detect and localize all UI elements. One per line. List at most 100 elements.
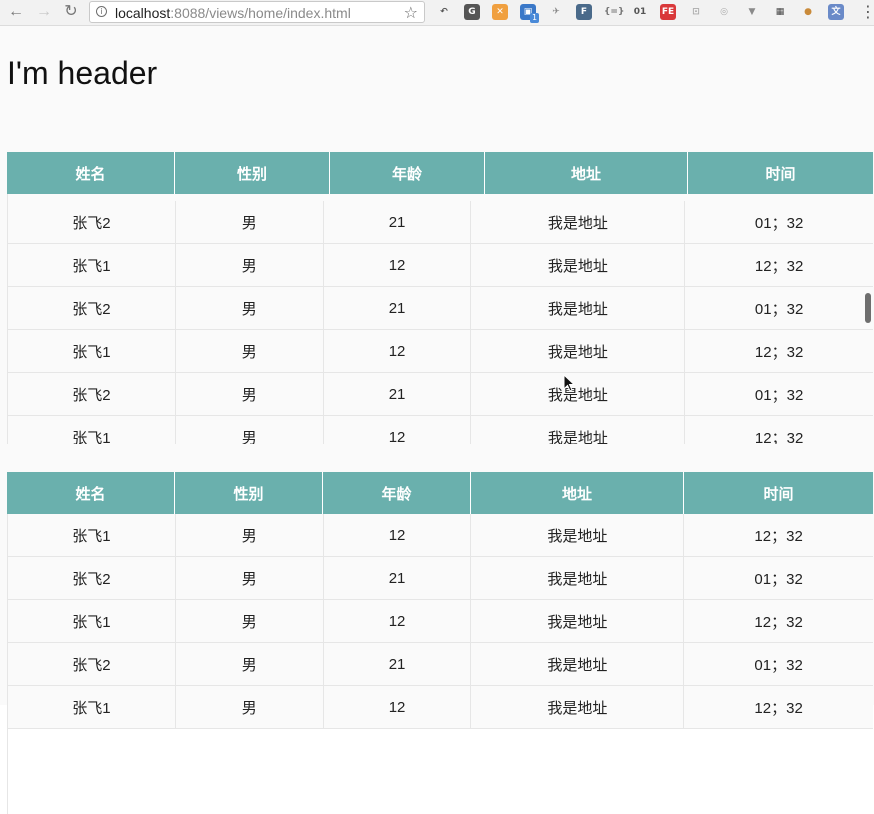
column-header[interactable]: 时间	[688, 152, 873, 194]
binary-ext-icon[interactable]: 01	[632, 4, 648, 20]
bird-ext-icon[interactable]: ✈	[548, 4, 564, 20]
json-ext-icon[interactable]: {=}	[604, 4, 624, 20]
table-row[interactable]: 张飞1 男 12 我是地址 12；32	[8, 416, 873, 444]
table-cell: 21	[324, 373, 472, 415]
table-cell: 我是地址	[471, 514, 685, 556]
table-cell: 我是地址	[471, 600, 685, 642]
table-cell: 01；32	[754, 214, 804, 232]
extension-badge: 1	[530, 13, 540, 23]
column-header[interactable]: 性别	[175, 472, 323, 514]
table-cell: 张飞1	[8, 330, 176, 372]
table-body: 张飞2 男 21 我是地址 01；32 张飞1 男 12 我是地址 12；32 张飞2 男 21 我是地址…	[8, 201, 873, 444]
column-header[interactable]: 时间	[684, 472, 873, 514]
table-cell: 张飞1	[8, 416, 176, 444]
table-cell: 我是地址	[471, 201, 686, 243]
table-cell: 01；32	[754, 656, 803, 674]
table-body: 张飞1 男 12 我是地址 12；32 张飞2 男 21 我是地址 01；32 张飞1 男 12 我是地址…	[8, 514, 873, 729]
table-header: 姓名 性别 年龄 地址 时间	[7, 152, 873, 194]
table-cell: 男	[176, 686, 324, 728]
table-cell: 张飞1	[8, 244, 176, 286]
table-cell: 男	[176, 557, 324, 599]
column-header[interactable]: 姓名	[7, 472, 175, 514]
cookie-ext-icon[interactable]: ●	[800, 4, 816, 20]
menu-kebab-icon[interactable]: ⋮	[860, 2, 874, 21]
page-viewport: I'm header 姓名 性别 年龄 地址 时间 张飞2 男 21 我是地址 01；32 张飞1…	[0, 26, 874, 814]
table-cell: 我是地址	[471, 557, 685, 599]
table-cell: 男	[176, 600, 324, 642]
table-cell: 我是地址	[471, 330, 686, 372]
table-cell: 01；32	[754, 570, 803, 588]
back-arrow-icon[interactable]: ←	[7, 3, 25, 21]
table-cell: 我是地址	[471, 643, 685, 685]
table-cell: 21	[324, 287, 472, 329]
table-cell: 12；32	[754, 429, 804, 445]
grammarly-ext-icon[interactable]: G	[464, 4, 480, 20]
column-header[interactable]: 性别	[175, 152, 330, 194]
table-header: 姓名 性别 年龄 地址 时间	[7, 472, 873, 514]
orange-ext-icon[interactable]: ✕	[492, 4, 508, 20]
table-cell: 12；32	[754, 343, 804, 361]
qr-ext-icon[interactable]: ▦	[772, 4, 788, 20]
address-bar[interactable]: i localhost:8088/views/home/index.html ☆	[89, 1, 425, 23]
table-cell: 男	[176, 201, 324, 243]
table-row[interactable]: 张飞1 男 12 我是地址 12；32	[8, 686, 873, 729]
table-cell: 张飞2	[8, 373, 176, 415]
table-cell: 12	[324, 330, 472, 372]
reload-icon[interactable]: ↻	[62, 3, 80, 21]
table-row[interactable]: 张飞2 男 21 我是地址 01；32	[8, 373, 873, 416]
screenshot-ext-icon[interactable]: ⊡	[688, 4, 704, 20]
scrollbar-thumb[interactable]	[865, 293, 871, 323]
undo-ext-icon[interactable]: ↶	[436, 4, 452, 20]
table-body-scroll[interactable]: 张飞2 男 21 我是地址 01；32 张飞1 男 12 我是地址 12；32 张飞2 男 21 我是地址…	[7, 194, 873, 444]
table-cell: 12	[324, 244, 472, 286]
browser-toolbar: ← → ↻ i localhost:8088/views/home/index.…	[0, 0, 874, 26]
table-body-scroll[interactable]: 张飞1 男 12 我是地址 12；32 张飞2 男 21 我是地址 01；32 张飞1 男 12 我是地址…	[7, 514, 873, 814]
column-header[interactable]: 地址	[471, 472, 684, 514]
table-cell: 张飞2	[8, 643, 176, 685]
table-cell: 我是地址	[471, 373, 686, 415]
translate-ext-icon[interactable]: 文	[828, 4, 844, 20]
table-cell: 张飞2	[8, 557, 176, 599]
circle-ext-icon[interactable]: ◎	[716, 4, 732, 20]
table-cell: 12	[324, 416, 472, 444]
mouse-cursor-icon	[563, 374, 575, 392]
table-cell: 张飞1	[8, 600, 176, 642]
page-header: I'm header	[7, 55, 158, 91]
table-cell: 男	[176, 373, 324, 415]
table-cell: 01；32	[754, 386, 804, 404]
fe-ext-icon[interactable]: FE	[660, 4, 676, 20]
table-row[interactable]: 张飞1 男 12 我是地址 12；32	[8, 244, 873, 287]
f-ext-icon[interactable]: F	[576, 4, 592, 20]
table-row[interactable]: 张飞2 男 21 我是地址 01；32	[8, 557, 873, 600]
table-cell: 01；32	[754, 300, 804, 318]
table-cell: 男	[176, 244, 324, 286]
table-cell: 我是地址	[471, 686, 685, 728]
url-text: localhost:8088/views/home/index.html	[115, 5, 351, 21]
table-row[interactable]: 张飞2 男 21 我是地址 01；32	[8, 201, 873, 244]
table-row[interactable]: 张飞2 男 21 我是地址 01；32	[8, 287, 873, 330]
table-row[interactable]: 张飞1 男 12 我是地址 12；32	[8, 330, 873, 373]
table-cell: 我是地址	[471, 244, 686, 286]
forward-arrow-icon[interactable]: →	[35, 3, 53, 21]
column-header[interactable]: 年龄	[330, 152, 485, 194]
vue-ext-icon[interactable]: ▼	[744, 4, 760, 20]
table-row[interactable]: 张飞2 男 21 我是地址 01；32	[8, 643, 873, 686]
column-header[interactable]: 姓名	[7, 152, 175, 194]
table-cell: 12；32	[754, 699, 803, 717]
bookmark-star-icon[interactable]: ☆	[404, 3, 418, 22]
info-icon[interactable]: i	[96, 6, 107, 17]
table-cell: 男	[176, 330, 324, 372]
table-row[interactable]: 张飞1 男 12 我是地址 12；32	[8, 514, 873, 557]
url-host: localhost	[115, 5, 171, 21]
table-cell: 张飞1	[8, 514, 176, 556]
table-cell: 张飞2	[8, 201, 176, 243]
table-row[interactable]: 张飞1 男 12 我是地址 12；32	[8, 600, 873, 643]
column-header[interactable]: 地址	[485, 152, 688, 194]
column-header[interactable]: 年龄	[323, 472, 471, 514]
table-cell: 我是地址	[471, 416, 686, 444]
table-cell: 12；32	[754, 613, 803, 631]
table-cell: 12；32	[754, 527, 803, 545]
table-cell: 12	[324, 514, 472, 556]
table-cell: 21	[324, 643, 472, 685]
table-cell: 男	[176, 514, 324, 556]
